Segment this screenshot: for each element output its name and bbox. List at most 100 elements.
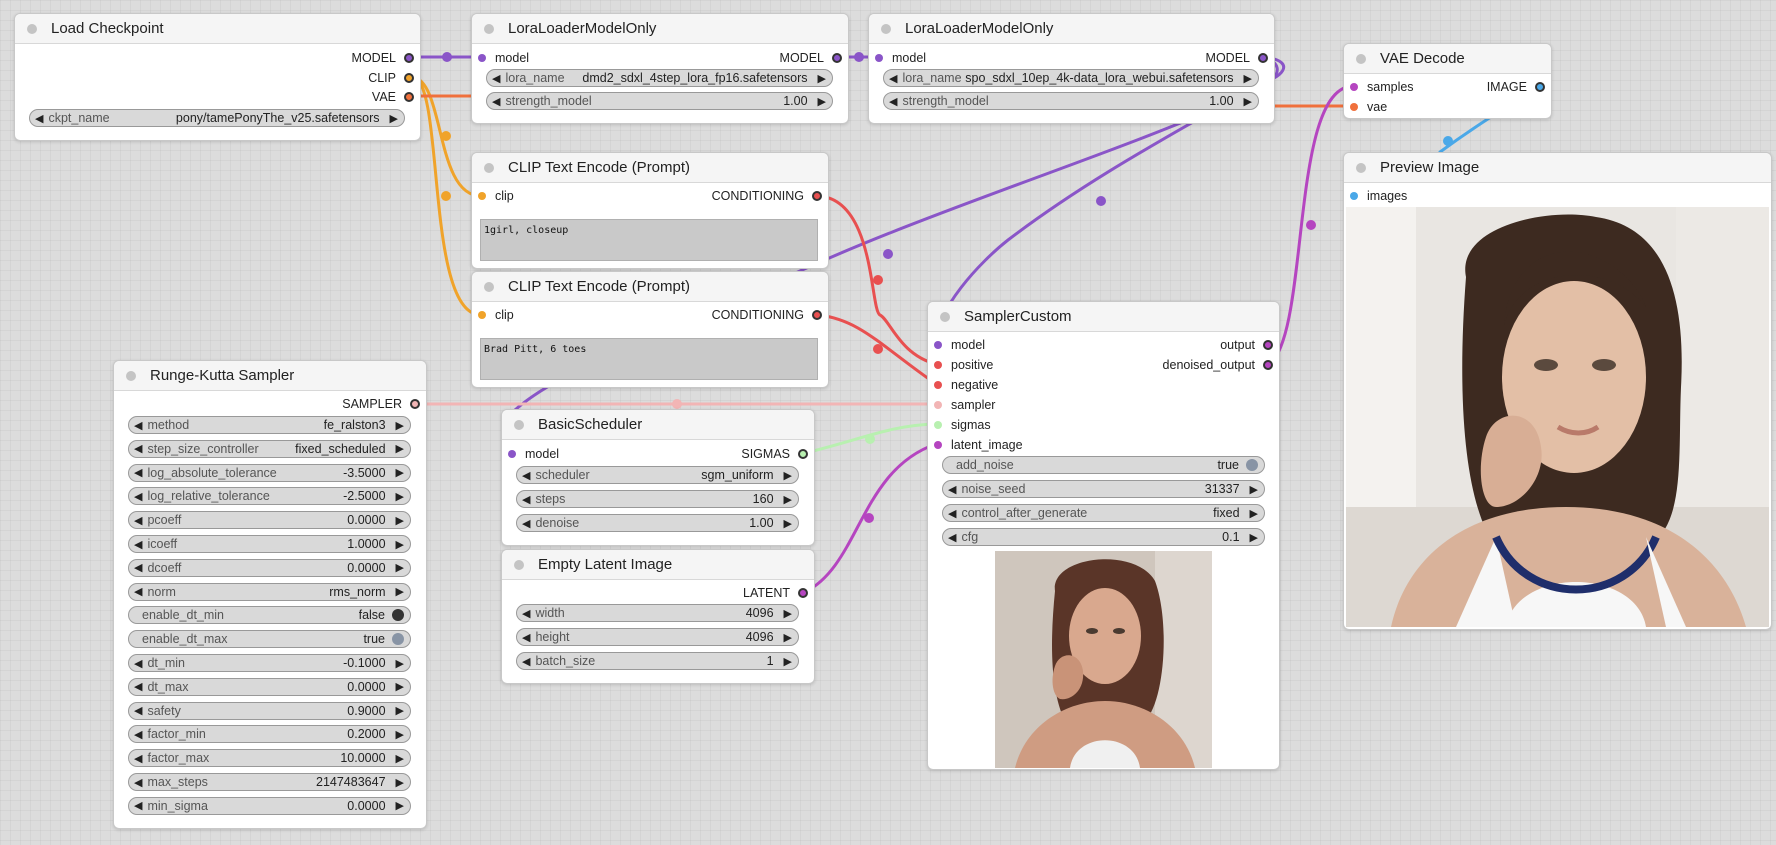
arrow-right-icon[interactable]: ▶	[390, 112, 398, 125]
method-widget[interactable]: ◀ method fe_ralston3 ▶	[128, 416, 411, 434]
dt-max-widget[interactable]: ◀ dt_max 0.0000 ▶	[128, 677, 411, 696]
arrow-right-icon[interactable]: ▶	[1250, 531, 1258, 544]
input-vae[interactable]: vae	[1350, 98, 1387, 116]
node-header[interactable]: CLIP Text Encode (Prompt)	[472, 153, 828, 183]
slot-dot[interactable]	[1350, 83, 1358, 91]
log-absolute-tolerance-widget[interactable]: ◀ log_absolute_tolerance -3.5000 ▶	[128, 463, 411, 482]
arrow-left-icon[interactable]: ◀	[522, 631, 530, 644]
lora-name-combo[interactable]: ◀ lora_name spo_sdxl_10ep_4k-data_lora_w…	[883, 69, 1259, 87]
output-sampler[interactable]: SAMPLER	[342, 395, 420, 413]
output-output[interactable]: output	[1220, 336, 1273, 354]
arrow-right-icon[interactable]: ▶	[396, 752, 404, 765]
enable-dt-min-toggle[interactable]: enable_dt_min false	[128, 606, 411, 625]
collapse-toggle[interactable]	[940, 311, 950, 322]
input-model[interactable]: model	[934, 336, 985, 354]
arrow-right-icon[interactable]: ▶	[396, 728, 404, 741]
slot-dot[interactable]	[934, 341, 942, 349]
arrow-left-icon[interactable]: ◀	[889, 95, 897, 108]
node-header[interactable]: SamplerCustom	[928, 302, 1279, 332]
clip-text-encode-negative-node[interactable]: CLIP Text Encode (Prompt) clip CONDITION…	[471, 271, 829, 388]
node-header[interactable]: CLIP Text Encode (Prompt)	[472, 272, 828, 302]
collapse-toggle[interactable]	[1356, 162, 1366, 173]
slot-dot[interactable]	[1263, 340, 1273, 350]
arrow-right-icon[interactable]: ▶	[1250, 483, 1258, 496]
enable-dt-max-toggle[interactable]: enable_dt_max true	[128, 630, 411, 649]
slot-dot[interactable]	[934, 421, 942, 429]
slot-dot[interactable]	[508, 450, 516, 458]
node-header[interactable]: Empty Latent Image	[502, 550, 814, 580]
width-number[interactable]: ◀ width 4096 ▶	[516, 604, 799, 622]
arrow-left-icon[interactable]: ◀	[134, 704, 142, 717]
arrow-left-icon[interactable]: ◀	[134, 799, 142, 812]
collapse-toggle[interactable]	[1356, 53, 1366, 64]
strength-model-number[interactable]: ◀ strength_model 1.00 ▶	[486, 92, 833, 110]
norm-widget[interactable]: ◀ norm rms_norm ▶	[128, 582, 411, 601]
output-vae[interactable]: VAE	[372, 88, 414, 106]
collapse-toggle[interactable]	[484, 281, 494, 292]
arrow-right-icon[interactable]: ▶	[396, 657, 404, 670]
input-positive[interactable]: positive	[934, 356, 993, 374]
dt-min-widget[interactable]: ◀ dt_min -0.1000 ▶	[128, 654, 411, 672]
slot-dot[interactable]	[798, 449, 808, 459]
arrow-right-icon[interactable]: ▶	[396, 419, 404, 432]
arrow-left-icon[interactable]: ◀	[492, 95, 500, 108]
node-header[interactable]: VAE Decode	[1344, 44, 1551, 74]
slot-dot[interactable]	[410, 399, 420, 409]
arrow-right-icon[interactable]: ▶	[818, 95, 826, 108]
output-model[interactable]: MODEL	[352, 49, 414, 67]
arrow-right-icon[interactable]: ▶	[784, 493, 792, 506]
output-conditioning[interactable]: CONDITIONING	[712, 187, 822, 205]
input-images[interactable]: images	[1350, 187, 1407, 205]
arrow-right-icon[interactable]: ▶	[818, 72, 826, 85]
arrow-right-icon[interactable]: ▶	[396, 538, 404, 551]
empty-latent-image-node[interactable]: Empty Latent Image LATENT ◀ width 4096 ▶…	[501, 549, 815, 684]
arrow-right-icon[interactable]: ▶	[784, 517, 792, 530]
node-header[interactable]: Preview Image	[1344, 153, 1771, 183]
runge-kutta-sampler-node[interactable]: Runge-Kutta Sampler SAMPLER ◀ method fe_ra…	[113, 360, 427, 829]
collapse-toggle[interactable]	[484, 23, 494, 34]
arrow-left-icon[interactable]: ◀	[134, 442, 142, 455]
preview-image[interactable]	[1346, 207, 1769, 627]
arrow-left-icon[interactable]: ◀	[134, 776, 142, 789]
arrow-right-icon[interactable]: ▶	[784, 607, 792, 620]
slot-dot[interactable]	[934, 441, 942, 449]
arrow-left-icon[interactable]: ◀	[889, 72, 897, 85]
output-latent[interactable]: LATENT	[743, 584, 808, 602]
toggle-knob-icon[interactable]	[1246, 459, 1258, 471]
control-after-generate-combo[interactable]: ◀ control_after_generate fixed ▶	[942, 504, 1265, 522]
collapse-toggle[interactable]	[27, 23, 37, 34]
slot-dot[interactable]	[1263, 360, 1273, 370]
arrow-right-icon[interactable]: ▶	[396, 680, 404, 693]
slot-dot[interactable]	[404, 73, 414, 83]
noise-seed-number[interactable]: ◀ noise_seed 31337 ▶	[942, 480, 1265, 498]
slot-dot[interactable]	[1350, 192, 1358, 200]
arrow-right-icon[interactable]: ▶	[396, 490, 404, 503]
ckpt-name-combo[interactable]: ◀ ckpt_name pony/tamePonyThe_v25.safeten…	[29, 109, 405, 127]
arrow-right-icon[interactable]: ▶	[396, 466, 404, 479]
arrow-left-icon[interactable]: ◀	[522, 469, 530, 482]
slot-dot[interactable]	[812, 310, 822, 320]
slot-dot[interactable]	[934, 401, 942, 409]
input-sigmas[interactable]: sigmas	[934, 416, 991, 434]
add-noise-toggle[interactable]: add_noise true	[942, 456, 1265, 474]
vae-decode-node[interactable]: VAE Decode samples vae IMAGE	[1343, 43, 1552, 119]
input-clip[interactable]: clip	[478, 306, 514, 324]
arrow-left-icon[interactable]: ◀	[134, 561, 142, 574]
input-model[interactable]: model	[875, 49, 926, 67]
input-sampler[interactable]: sampler	[934, 396, 995, 414]
arrow-left-icon[interactable]: ◀	[948, 531, 956, 544]
arrow-left-icon[interactable]: ◀	[522, 493, 530, 506]
lora-name-combo[interactable]: ◀ lora_name dmd2_sdxl_4step_lora_fp16.sa…	[486, 69, 833, 87]
denoise-number[interactable]: ◀ denoise 1.00 ▶	[516, 514, 799, 532]
load-checkpoint-node[interactable]: Load Checkpoint MODEL CLIP VAE ◀ ckpt_na…	[14, 13, 421, 141]
arrow-right-icon[interactable]: ▶	[396, 704, 404, 717]
arrow-right-icon[interactable]: ▶	[396, 776, 404, 789]
arrow-right-icon[interactable]: ▶	[1244, 95, 1252, 108]
output-denoised[interactable]: denoised_output	[1163, 356, 1273, 374]
arrow-left-icon[interactable]: ◀	[134, 514, 142, 527]
input-clip[interactable]: clip	[478, 187, 514, 205]
output-image[interactable]: IMAGE	[1487, 78, 1545, 96]
batch-size-number[interactable]: ◀ batch_size 1 ▶	[516, 652, 799, 670]
lora-loader-node-1[interactable]: LoraLoaderModelOnly model MODEL ◀ lora_n…	[471, 13, 849, 124]
min-sigma-widget[interactable]: ◀ min_sigma 0.0000 ▶	[128, 796, 411, 815]
